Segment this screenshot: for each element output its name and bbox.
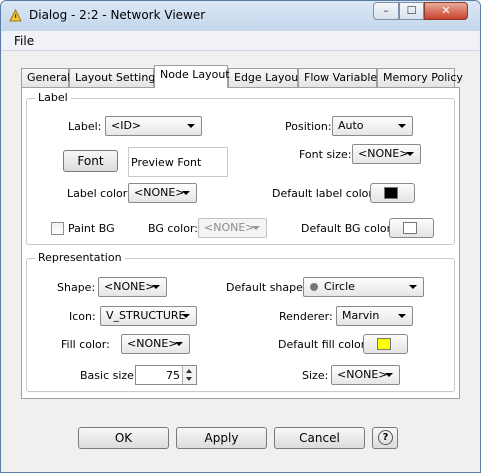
label-color-select[interactable]: <NONE> [128, 183, 197, 203]
fill-color-label: Fill color: [61, 338, 110, 351]
renderer-select[interactable]: Marvin [336, 306, 413, 326]
apply-button[interactable]: Apply [176, 427, 267, 449]
size-label: Size: [302, 369, 329, 382]
node-layout-panel: Label Label: <ID> Position: Auto Font Pr… [21, 87, 460, 399]
fill-color-select[interactable]: <NONE> [121, 334, 190, 354]
tab-memory-policy[interactable]: Memory Policy [377, 68, 463, 87]
size-select[interactable]: <NONE> [331, 365, 400, 385]
chevron-down-icon [409, 285, 417, 289]
shape-select[interactable]: <NONE> [98, 277, 167, 297]
bg-color-label: BG color: [148, 222, 198, 235]
tab-layout-settings[interactable]: Layout Settings [69, 68, 161, 87]
label-select-value: <ID> [111, 119, 142, 132]
default-label-color-button[interactable] [370, 183, 415, 203]
ok-button[interactable]: OK [78, 427, 169, 449]
basic-size-label: Basic size: [80, 369, 138, 382]
chevron-down-icon [187, 124, 195, 128]
chevron-down-icon [398, 314, 406, 318]
label-select[interactable]: <ID> [105, 116, 202, 136]
position-select[interactable]: Auto [332, 116, 413, 136]
default-shape-select-value: Circle [324, 280, 355, 293]
position-field-label: Position: [285, 120, 332, 133]
position-select-value: Auto [338, 119, 364, 132]
help-icon: ? [378, 430, 393, 445]
size-select-value: <NONE> [337, 368, 388, 381]
chevron-down-icon [175, 342, 183, 346]
default-bg-color-button[interactable] [389, 218, 434, 238]
label-group-title: Label [35, 91, 71, 104]
chevron-down-icon [152, 285, 160, 289]
spinner-up-icon[interactable] [186, 369, 192, 373]
default-label-color-label: Default label color: [272, 187, 377, 200]
close-icon: ✕ [441, 4, 451, 17]
chevron-down-icon [385, 373, 393, 377]
chevron-down-icon [182, 191, 190, 195]
help-button[interactable]: ? [372, 427, 398, 449]
default-bg-color-swatch [403, 222, 417, 234]
representation-group-title: Representation [35, 251, 125, 264]
renderer-label: Renderer: [279, 310, 333, 323]
default-fill-color-label: Default fill color: [278, 338, 369, 351]
tab-general[interactable]: General [21, 68, 70, 87]
default-shape-select[interactable]: Circle [303, 277, 424, 297]
app-icon [9, 9, 22, 22]
tab-node-layout[interactable]: Node Layout [154, 65, 230, 88]
dialog-window: Dialog - 2:2 - Network Viewer – ☐ ✕ File… [0, 0, 481, 473]
font-size-select-value: <NONE> [358, 147, 409, 160]
chevron-down-icon [182, 314, 190, 318]
fill-color-select-value: <NONE> [127, 337, 178, 350]
minimize-icon: – [383, 4, 389, 17]
title-bar[interactable]: Dialog - 2:2 - Network Viewer – ☐ ✕ [1, 1, 480, 31]
font-size-label: Font size: [299, 148, 352, 161]
icon-select[interactable]: V_STRUCTURE [100, 306, 197, 326]
font-size-select[interactable]: <NONE> [352, 144, 421, 164]
label-color-select-value: <NONE> [134, 186, 185, 199]
chevron-down-icon [398, 124, 406, 128]
label-group: Label Label: <ID> Position: Auto Font Pr… [26, 91, 455, 245]
maximize-icon: ☐ [406, 4, 417, 17]
icon-label: Icon: [69, 310, 96, 323]
basic-size-spinner[interactable]: 75 [135, 365, 197, 385]
bg-color-select-value: <NONE> [204, 221, 255, 234]
renderer-select-value: Marvin [342, 309, 380, 322]
chevron-down-icon [406, 152, 414, 156]
cancel-button[interactable]: Cancel [274, 427, 365, 449]
maximize-button[interactable]: ☐ [399, 2, 424, 20]
label-field-label: Label: [68, 120, 102, 133]
menu-bar: File [2, 31, 479, 51]
default-fill-color-button[interactable] [363, 334, 408, 354]
default-shape-label: Default shape: [226, 281, 307, 294]
window-title: Dialog - 2:2 - Network Viewer [29, 8, 206, 22]
paint-bg-checkbox[interactable] [51, 222, 64, 235]
paint-bg-label: Paint BG [68, 222, 115, 235]
font-button[interactable]: Font [63, 150, 118, 172]
tab-edge-layout[interactable]: Edge Layout [228, 68, 303, 87]
chevron-down-icon [252, 226, 260, 230]
basic-size-value: 75 [166, 369, 180, 382]
minimize-button[interactable]: – [373, 2, 399, 20]
circle-icon [310, 283, 318, 291]
bg-color-select[interactable]: <NONE> [198, 218, 267, 238]
tab-flow-variables[interactable]: Flow Variables [298, 68, 383, 87]
representation-group: Representation Shape: <NONE> Default sha… [26, 251, 455, 392]
default-bg-color-label: Default BG color: [301, 222, 395, 235]
spinner-buttons[interactable] [182, 366, 196, 384]
menu-file[interactable]: File [14, 34, 34, 48]
default-label-color-swatch [384, 187, 398, 199]
font-preview: Preview Font [128, 147, 228, 177]
shape-label: Shape: [57, 281, 96, 294]
icon-select-value: V_STRUCTURE [106, 309, 186, 322]
default-fill-color-swatch [377, 338, 391, 350]
close-button[interactable]: ✕ [424, 2, 468, 20]
label-color-label: Label color: [67, 187, 131, 200]
shape-select-value: <NONE> [104, 280, 155, 293]
spinner-down-icon[interactable] [186, 377, 192, 381]
dialog-content: General Layout Settings Node Layout Edge… [2, 51, 479, 472]
